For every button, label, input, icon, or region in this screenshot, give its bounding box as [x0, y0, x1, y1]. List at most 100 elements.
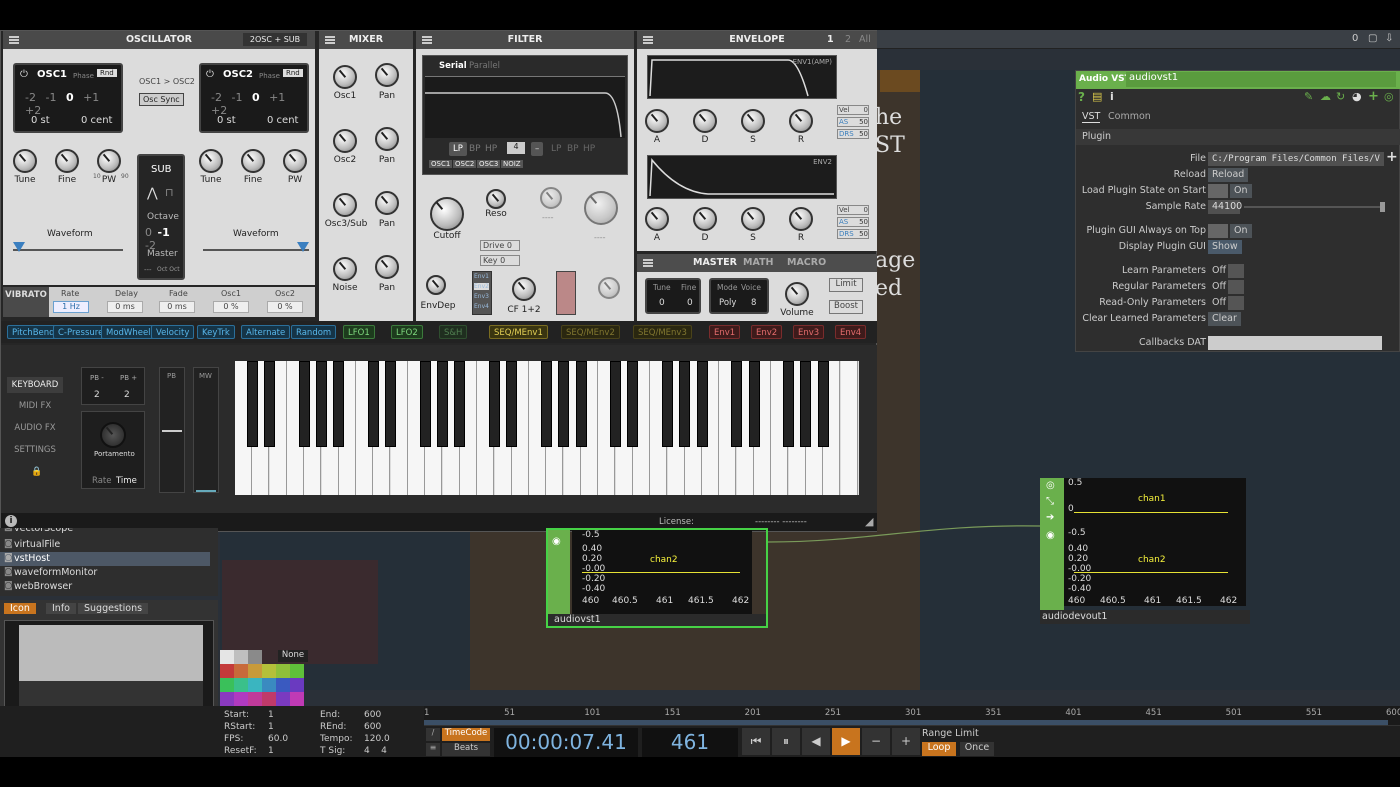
black-key[interactable]: [558, 361, 570, 447]
timecode-display[interactable]: 00:00:07.41: [494, 728, 638, 757]
black-key[interactable]: [264, 361, 276, 447]
mod-source-tag[interactable]: KeyTrk: [197, 325, 235, 339]
color-wheel-icon[interactable]: ◕: [1352, 90, 1362, 103]
master-tab[interactable]: MASTER: [693, 254, 737, 272]
reso-knob[interactable]: [486, 189, 506, 209]
mod-source-tag[interactable]: ModWheel: [101, 325, 156, 339]
master-tune-value[interactable]: 0: [659, 298, 665, 308]
menu-icon[interactable]: [643, 36, 653, 44]
osc1-step-selector[interactable]: -2 -1 0 +1 +2: [25, 91, 121, 117]
color-swatch[interactable]: [234, 650, 248, 664]
env1-r-knob[interactable]: [789, 109, 813, 133]
portamento-time[interactable]: Time: [116, 476, 137, 486]
env2-vel[interactable]: Vel 0: [837, 205, 869, 215]
black-key[interactable]: [748, 361, 760, 447]
filter2-cutoff-knob[interactable]: [584, 191, 618, 225]
mode-value[interactable]: Poly: [719, 298, 736, 308]
reload-button[interactable]: Reload: [1208, 168, 1249, 182]
piano-keyboard[interactable]: [235, 361, 859, 495]
color-swatch[interactable]: [276, 664, 290, 678]
op-list-item-selected[interactable]: ◙ vstHost: [0, 552, 210, 566]
env-page[interactable]: All: [859, 31, 871, 49]
boost-button[interactable]: Boost: [829, 300, 863, 314]
pb-plus-value[interactable]: 2: [124, 390, 130, 400]
black-key[interactable]: [800, 361, 812, 447]
mod-source-tag[interactable]: SEQ/MEnv3: [633, 325, 692, 339]
octave-option[interactable]: -1: [158, 226, 170, 239]
env2-drs[interactable]: DRS 50: [837, 229, 869, 239]
filter-source[interactable]: OSC1: [429, 160, 453, 168]
osc1-waveform-slider[interactable]: [13, 249, 123, 251]
black-key[interactable]: [696, 361, 708, 447]
black-key[interactable]: [298, 361, 310, 447]
osc1-pw-knob[interactable]: [97, 149, 121, 173]
macro-tab[interactable]: MACRO: [787, 254, 826, 272]
stat-value[interactable]: 1: [268, 746, 274, 756]
black-key[interactable]: [419, 361, 431, 447]
color-swatch[interactable]: [220, 692, 234, 706]
tab-icon[interactable]: Icon: [4, 603, 36, 614]
mod-source-tag[interactable]: Env1: [709, 325, 741, 339]
env-option[interactable]: Env2: [474, 283, 489, 290]
slider-handle[interactable]: [1380, 202, 1385, 212]
mod-source-tag[interactable]: S&H: [439, 325, 468, 339]
filter-source[interactable]: OSC3: [477, 160, 501, 168]
env2-as[interactable]: AS 50: [837, 217, 869, 227]
osc1-level-knob[interactable]: [333, 65, 357, 89]
black-key[interactable]: [817, 361, 829, 447]
target-icon[interactable]: ◎: [1046, 480, 1055, 491]
slider-handle-icon[interactable]: [297, 242, 309, 252]
square-wave-icon[interactable]: ⊓: [165, 186, 174, 199]
node-name[interactable]: audiodevout1: [1042, 611, 1107, 622]
env2-r-knob[interactable]: [789, 207, 813, 231]
filter2-envdep-knob[interactable]: [598, 277, 620, 299]
color-swatch[interactable]: [290, 692, 304, 706]
color-swatch[interactable]: [234, 664, 248, 678]
osc2-waveform-slider[interactable]: [203, 249, 309, 251]
modwheel[interactable]: MW: [193, 367, 219, 493]
black-key[interactable]: [610, 361, 622, 447]
bypass-icon[interactable]: ⤡: [1046, 496, 1054, 507]
tab-common[interactable]: Common: [1108, 111, 1151, 122]
python-icon[interactable]: ▤: [1092, 90, 1102, 103]
filter-source[interactable]: OSC2: [453, 160, 477, 168]
nav-midi-fx[interactable]: MIDI FX: [7, 401, 63, 411]
stat-value[interactable]: 600: [364, 722, 381, 732]
mod-source-tag[interactable]: Alternate: [241, 325, 291, 339]
filter-slope[interactable]: 4: [507, 142, 525, 154]
osc2-step[interactable]: 0: [252, 91, 260, 104]
color-swatch[interactable]: [248, 650, 262, 664]
black-key[interactable]: [575, 361, 587, 447]
timecode-toggle[interactable]: TimeCode: [442, 728, 490, 741]
black-key[interactable]: [489, 361, 500, 447]
osc3-level-knob[interactable]: [333, 193, 357, 217]
color-swatch[interactable]: [234, 692, 248, 706]
black-key[interactable]: [437, 361, 449, 447]
osc3-pan-knob[interactable]: [375, 191, 399, 215]
black-key[interactable]: [540, 361, 552, 447]
op-name-field[interactable]: audiovst1: [1126, 72, 1396, 87]
mod-source-tag[interactable]: Env2: [751, 325, 783, 339]
portamento-rate[interactable]: Rate: [92, 476, 112, 486]
noise-pan-knob[interactable]: [375, 255, 399, 279]
voice-value[interactable]: 8: [751, 298, 756, 308]
math-tab[interactable]: MATH: [743, 254, 774, 272]
node-audiodevout1[interactable]: ◎ ⤡ ➔ ◉ 0.5 0 -0.5 chan1 0.40 0.20 -0.00…: [1040, 478, 1250, 624]
menu-icon[interactable]: [325, 36, 335, 44]
env2-s-knob[interactable]: [741, 207, 765, 231]
black-key[interactable]: [731, 361, 743, 447]
osc1-cent[interactable]: 0 cent: [81, 115, 112, 126]
filter-type-lp[interactable]: LP: [449, 142, 467, 156]
rewind-button[interactable]: ⏮: [742, 728, 770, 755]
vib-rate-value[interactable]: 1 Hz: [53, 301, 89, 313]
envdep-knob[interactable]: [426, 275, 446, 295]
op-list-item[interactable]: ◙ vectorScope: [0, 528, 210, 537]
color-swatches[interactable]: [220, 650, 308, 706]
beats-toggle[interactable]: Beats: [442, 743, 490, 756]
osc1-step[interactable]: -2: [25, 91, 36, 104]
regular-toggle[interactable]: Off: [1212, 281, 1226, 292]
load-state-toggle[interactable]: On: [1230, 184, 1252, 198]
osc1-tune-knob[interactable]: [13, 149, 37, 173]
osc2-step[interactable]: +1: [269, 91, 285, 104]
learn-toggle[interactable]: Off: [1212, 265, 1226, 276]
